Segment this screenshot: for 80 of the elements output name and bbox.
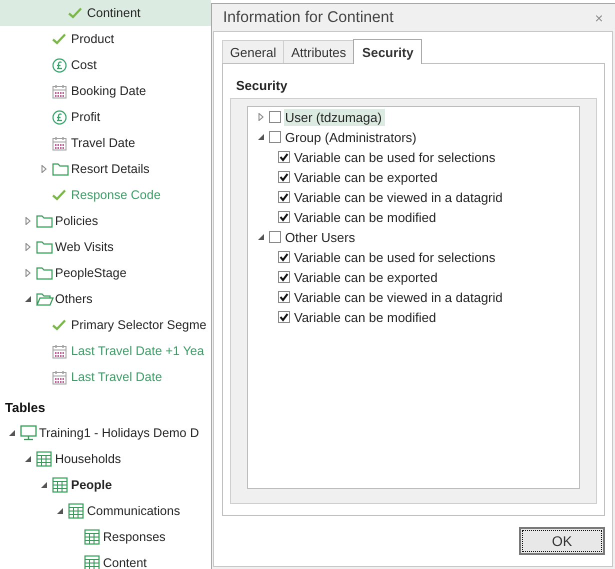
checkbox[interactable]: [278, 271, 290, 283]
tree-item[interactable]: Web Visits: [0, 234, 211, 260]
tree-item[interactable]: Households: [0, 446, 211, 472]
coin-icon: [52, 110, 67, 124]
calendar-icon: [52, 84, 67, 98]
dialog-title: Information for Continent: [223, 8, 394, 26]
ok-button[interactable]: OK: [519, 527, 605, 555]
calendar-icon: [52, 136, 67, 150]
folder-icon: [36, 214, 53, 228]
tree-item[interactable]: Communications: [0, 498, 211, 524]
tree-item[interactable]: PeopleStage: [0, 260, 211, 286]
expand-arrow-icon[interactable]: [24, 217, 32, 225]
tree-item[interactable]: People: [0, 472, 211, 498]
tab[interactable]: General: [222, 40, 284, 63]
grid-icon: [84, 555, 100, 569]
tree-item[interactable]: Resort Details: [0, 156, 211, 182]
tree-item[interactable]: Continent: [0, 0, 211, 26]
checkbox[interactable]: [278, 211, 290, 223]
collapse-arrow-icon[interactable]: [40, 481, 48, 489]
tree-item[interactable]: Policies: [0, 208, 211, 234]
tree-item[interactable]: Cost: [0, 52, 211, 78]
collapse-arrow-icon[interactable]: [257, 233, 265, 241]
tree-item[interactable]: Variable can be modified: [293, 308, 440, 326]
collapse-arrow-icon[interactable]: [257, 133, 265, 141]
open-folder-icon: [36, 292, 54, 306]
collapse-arrow-icon[interactable]: [24, 455, 32, 463]
tree-item[interactable]: Product: [0, 26, 211, 52]
calendar-icon: [52, 370, 67, 384]
tree-item[interactable]: Profit: [0, 104, 211, 130]
collapse-arrow-icon[interactable]: [8, 429, 16, 437]
expand-arrow-icon[interactable]: [24, 269, 32, 277]
grid-icon: [84, 529, 100, 545]
expand-arrow-icon[interactable]: [40, 165, 48, 173]
tree-item[interactable]: Other Users: [284, 228, 358, 246]
tab[interactable]: Attributes: [283, 40, 354, 63]
tree-item[interactable]: Group (Administrators): [284, 128, 420, 146]
expand-arrow-icon[interactable]: [24, 243, 32, 251]
tab[interactable]: Security: [353, 39, 422, 64]
check-icon: [68, 7, 82, 19]
section-heading: Security: [236, 78, 288, 93]
grid-icon: [36, 451, 52, 467]
tree-item[interactable]: Variable can be used for selections: [293, 248, 498, 266]
tree-item[interactable]: Booking Date: [0, 78, 211, 104]
folder-icon: [52, 162, 69, 176]
checkbox[interactable]: [278, 151, 290, 163]
checkbox[interactable]: [278, 311, 290, 323]
collapse-arrow-icon[interactable]: [56, 507, 64, 515]
tree-item[interactable]: Variable can be viewed in a datagrid: [293, 288, 506, 306]
folder-icon: [36, 240, 53, 254]
tree-item[interactable]: Variable can be exported: [293, 268, 441, 286]
checkbox[interactable]: [278, 171, 290, 183]
tree-item[interactable]: Responses: [0, 524, 211, 550]
tree-item[interactable]: User (tdzumaga): [284, 108, 385, 126]
check-icon: [52, 319, 66, 331]
expand-arrow-icon[interactable]: [257, 113, 265, 121]
tree-item[interactable]: Variable can be used for selections: [293, 148, 498, 166]
tree-item[interactable]: Content: [0, 550, 211, 569]
section-heading: Tables: [5, 400, 46, 414]
calendar-icon: [52, 344, 67, 358]
checkbox[interactable]: [269, 131, 281, 143]
checkbox[interactable]: [269, 111, 281, 123]
collapse-arrow-icon[interactable]: [24, 295, 32, 303]
check-icon: [52, 33, 66, 45]
tree-item[interactable]: Primary Selector Segme: [0, 312, 211, 338]
tree-item[interactable]: Travel Date: [0, 130, 211, 156]
grid-icon: [52, 477, 68, 493]
monitor-icon: [20, 425, 37, 441]
check-icon: [52, 189, 66, 201]
checkbox[interactable]: [278, 191, 290, 203]
checkbox[interactable]: [278, 251, 290, 263]
tree-item[interactable]: Variable can be modified: [293, 208, 440, 226]
tree-item[interactable]: Variable can be exported: [293, 168, 441, 186]
checkbox[interactable]: [278, 291, 290, 303]
tree-item[interactable]: Variable can be viewed in a datagrid: [293, 188, 506, 206]
folder-icon: [36, 266, 53, 280]
tree-item[interactable]: Training1 - Holidays Demo D: [0, 420, 211, 446]
coin-icon: [52, 58, 67, 72]
tree-item[interactable]: Others: [0, 286, 211, 312]
grid-icon: [68, 503, 84, 519]
checkbox[interactable]: [269, 231, 281, 243]
